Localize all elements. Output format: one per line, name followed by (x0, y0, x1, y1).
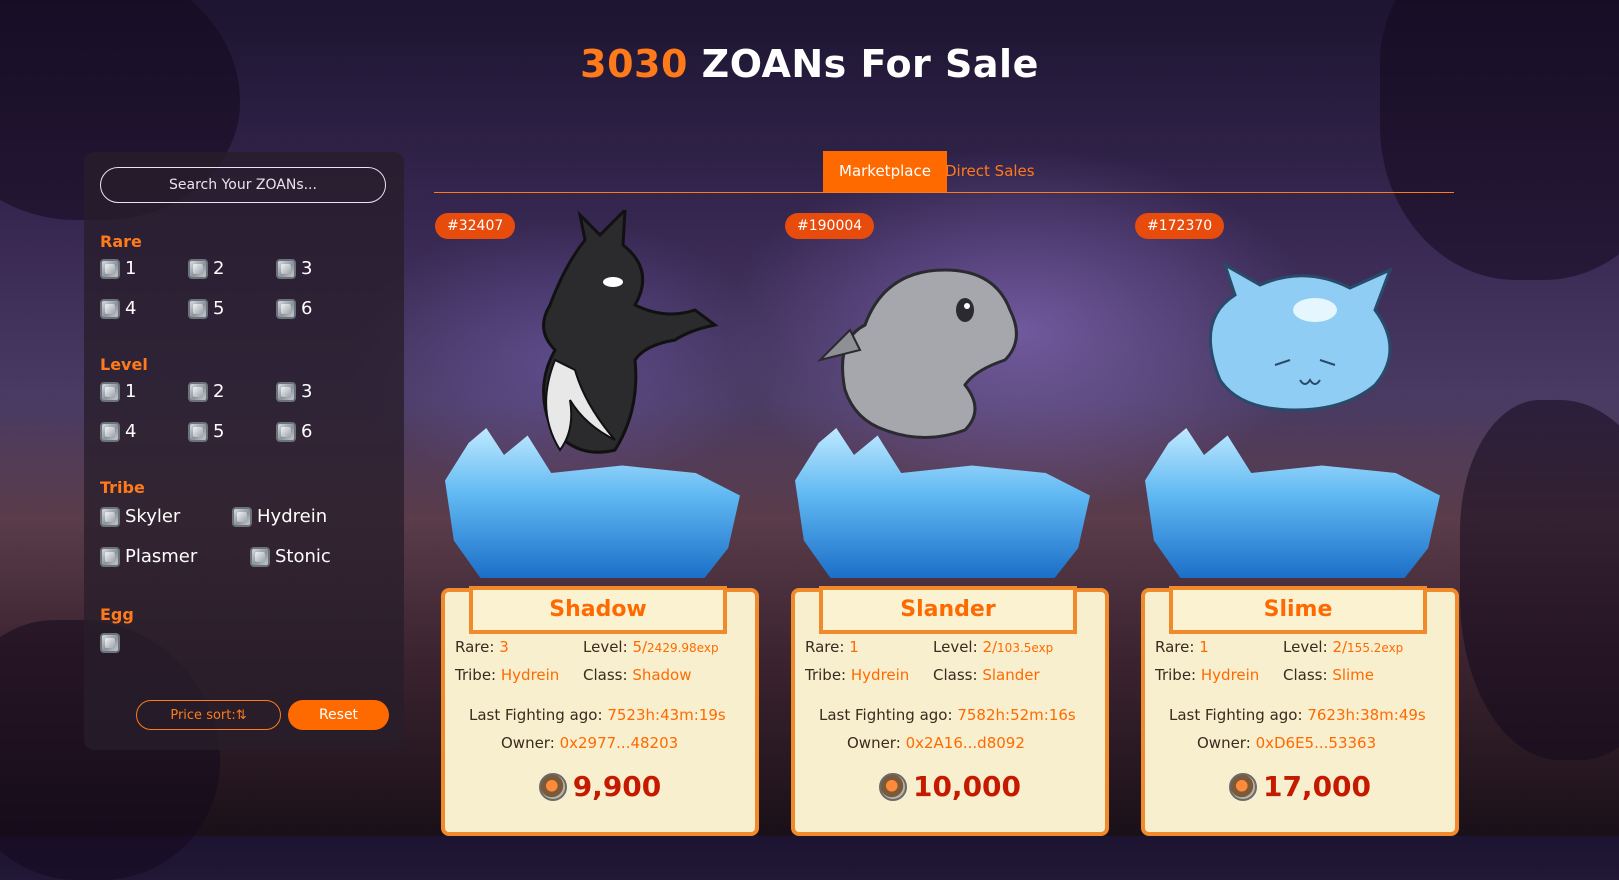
tribe-option-skyler[interactable]: Skyler (100, 506, 180, 527)
rare-row: Rare: 3 (455, 638, 509, 656)
slander-creature-image (816, 268, 1018, 439)
checkbox-icon[interactable] (276, 381, 296, 402)
class-row: Class: Slander (933, 666, 1040, 684)
slime-creature-image (1208, 261, 1393, 412)
level-row: Level: 5/2429.98exp (583, 638, 719, 656)
zoan-card[interactable]: #32407 Shadow Rare: 3 Level: 5/2429.98ex… (435, 210, 765, 836)
checkbox-icon[interactable] (232, 506, 252, 527)
last-fighting-row: Last Fighting ago: 7582h:52m:16s (819, 706, 1076, 724)
page-title: 3030 ZOANs For Sale (0, 42, 1619, 86)
checkbox-icon[interactable] (100, 381, 120, 402)
reset-button[interactable]: Reset (288, 700, 389, 730)
zoan-count: 3030 (580, 42, 688, 86)
tribe-row: Tribe: Hydrein (805, 666, 910, 684)
price: 17,000 (1135, 770, 1465, 803)
price: 10,000 (785, 770, 1115, 803)
checkbox-icon[interactable] (100, 298, 120, 319)
checkbox-icon[interactable] (250, 546, 270, 567)
level-option-4[interactable]: 4 (100, 421, 136, 442)
coin-icon (538, 773, 567, 801)
background-rock (1460, 400, 1619, 760)
rare-option-3[interactable]: 3 (276, 258, 312, 279)
tribe-row: Tribe: Hydrein (455, 666, 560, 684)
tribe-option-stonic[interactable]: Stonic (250, 546, 331, 567)
last-fighting-row: Last Fighting ago: 7623h:38m:49s (1169, 706, 1426, 724)
tribe-option-hydrein[interactable]: Hydrein (232, 506, 327, 527)
checkbox-icon[interactable] (100, 258, 120, 279)
level-filter-heading: Level (100, 355, 148, 374)
rare-filter-heading: Rare (100, 232, 142, 251)
class-row: Class: Slime (1283, 666, 1375, 684)
zoan-card[interactable]: #172370 Slime Rare: 1 Level: 2/155.2exp … (1135, 210, 1465, 836)
shadow-creature-image (542, 210, 719, 454)
checkbox-icon[interactable] (188, 421, 208, 442)
owner-row: Owner: 0xD6E5...53363 (1197, 734, 1377, 752)
rare-row: Rare: 1 (805, 638, 859, 656)
checkbox-icon[interactable] (100, 633, 120, 653)
zoan-card[interactable]: #190004 Slander Rare: 1 Level: 2/103.5ex… (785, 210, 1115, 836)
checkbox-icon[interactable] (188, 298, 208, 319)
egg-filter-heading: Egg (100, 605, 134, 624)
level-option-3[interactable]: 3 (276, 381, 312, 402)
level-row: Level: 2/103.5exp (933, 638, 1054, 656)
zoan-name: Shadow (469, 586, 727, 634)
rare-option-2[interactable]: 2 (188, 258, 224, 279)
level-option-2[interactable]: 2 (188, 381, 224, 402)
level-option-1[interactable]: 1 (100, 381, 136, 402)
tribe-option-plasmer[interactable]: Plasmer (100, 546, 197, 567)
level-row: Level: 2/155.2exp (1283, 638, 1404, 656)
tab-direct-sales[interactable]: Direct Sales (929, 151, 1051, 192)
owner-row: Owner: 0x2A16...d8092 (847, 734, 1025, 752)
checkbox-icon[interactable] (276, 421, 296, 442)
rare-option-4[interactable]: 4 (100, 298, 136, 319)
tribe-filter-heading: Tribe (100, 478, 145, 497)
checkbox-icon[interactable] (188, 381, 208, 402)
zoan-name: Slime (1169, 586, 1427, 634)
checkbox-icon[interactable] (276, 298, 296, 319)
search-input[interactable] (100, 167, 386, 203)
checkbox-icon[interactable] (100, 546, 120, 567)
owner-row: Owner: 0x2977...48203 (501, 734, 679, 752)
coin-icon (878, 773, 907, 801)
level-option-6[interactable]: 6 (276, 421, 312, 442)
rare-option-5[interactable]: 5 (188, 298, 224, 319)
filter-sidebar: Rare 1 2 3 4 5 6 Level 1 2 3 4 5 6 Tribe… (84, 152, 404, 750)
zoan-name: Slander (819, 586, 1077, 634)
rare-option-1[interactable]: 1 (100, 258, 136, 279)
checkbox-icon[interactable] (276, 258, 296, 279)
last-fighting-row: Last Fighting ago: 7523h:43m:19s (469, 706, 726, 724)
egg-option[interactable] (100, 633, 125, 653)
rare-row: Rare: 1 (1155, 638, 1209, 656)
class-row: Class: Shadow (583, 666, 692, 684)
rare-option-6[interactable]: 6 (276, 298, 312, 319)
title-text: ZOANs For Sale (687, 42, 1039, 86)
coin-icon (1228, 773, 1257, 801)
price-sort-button[interactable]: Price sort:⇅ (136, 700, 281, 730)
sale-tabs: Marketplace Direct Sales (434, 151, 1454, 193)
checkbox-icon[interactable] (188, 258, 208, 279)
checkbox-icon[interactable] (100, 506, 120, 527)
tribe-row: Tribe: Hydrein (1155, 666, 1260, 684)
price: 9,900 (435, 770, 765, 803)
checkbox-icon[interactable] (100, 421, 120, 442)
level-option-5[interactable]: 5 (188, 421, 224, 442)
